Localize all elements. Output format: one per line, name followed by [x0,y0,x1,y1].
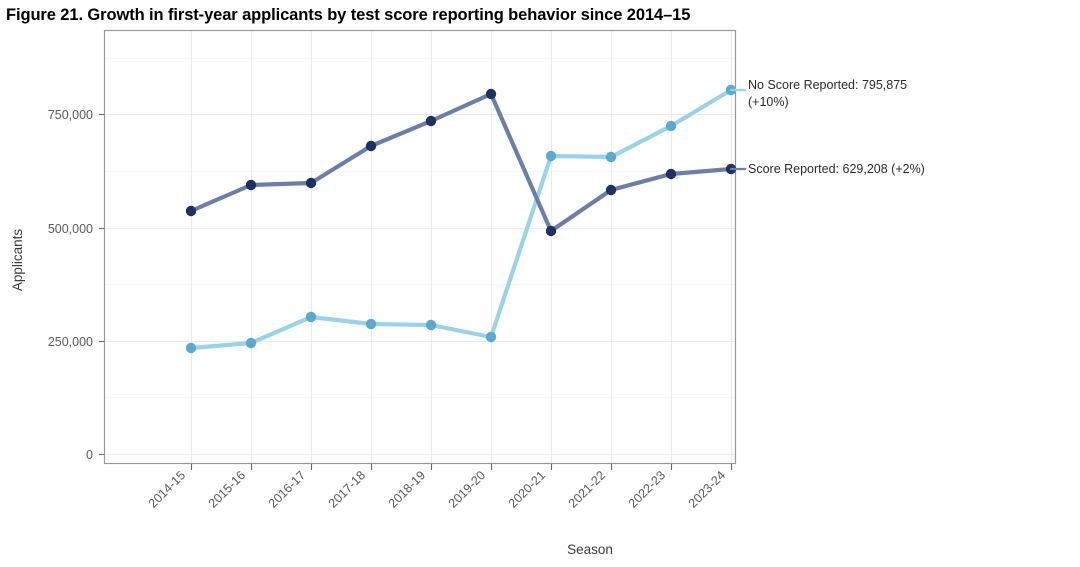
x-axis-ticks [190,464,733,470]
x-tick-label-2019-20: 2019-20 [446,468,488,510]
x-tick-label-2018-19: 2018-19 [386,468,428,510]
x-tick-label-2023-24: 2023-24 [686,468,728,510]
y-tick-label-0: 0 [86,448,93,462]
x-tick-label-2015-16: 2015-16 [206,468,248,510]
x-axis-title: Season [567,542,613,557]
y-tick-label-750000: 750,000 [48,108,93,122]
x-tick-label-2021-22: 2021-22 [566,468,608,510]
x-tick-label-2014-15: 2014-15 [146,468,188,510]
y-axis-title: Applicants [10,229,25,292]
y-tick-label-250000: 250,000 [48,335,93,349]
x-tick-label-2017-18: 2017-18 [326,468,368,510]
x-tick-label-2020-21: 2020-21 [506,468,548,510]
x-tick-label-2016-17: 2016-17 [266,468,308,510]
plot-panel-background [104,30,736,464]
annotation-score-reported-line1: Score Reported: 629,208 (+2%) [748,162,925,176]
annotation-no-score-reported-line1: No Score Reported: 795,875 [748,78,907,92]
line-chart-svg: 0 250,000 500,000 750,000 Applicants 201… [10,29,925,557]
chart-figure: 0 250,000 500,000 750,000 Applicants 201… [0,0,1080,567]
y-axis-ticks [99,113,104,456]
x-tick-label-2022-23: 2022-23 [626,468,668,510]
annotation-no-score-reported-line2: (+10%) [748,95,789,109]
y-tick-label-500000: 500,000 [48,222,93,236]
